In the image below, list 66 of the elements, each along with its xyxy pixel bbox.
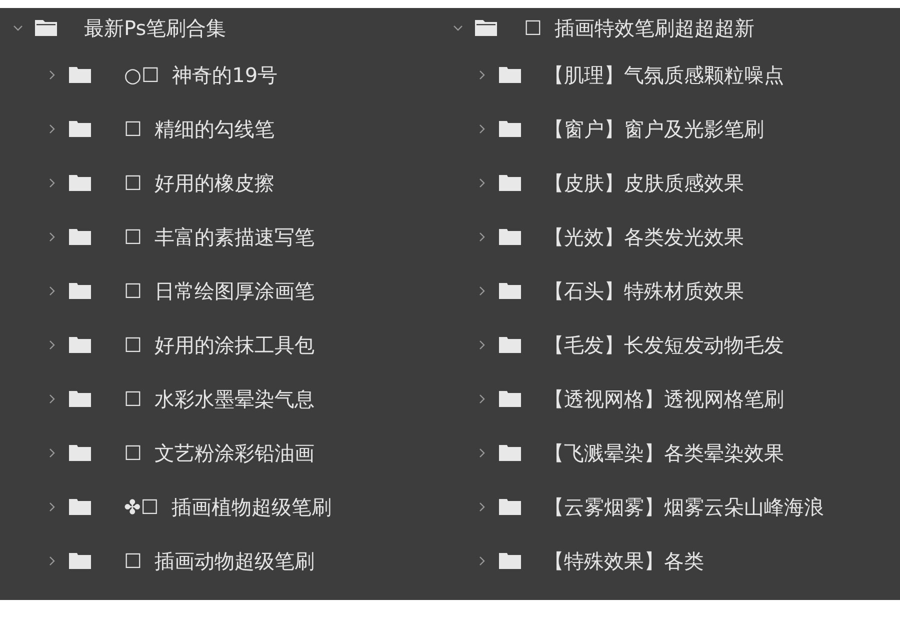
folder-row[interactable]: ✤☐ 插画植物超级笔刷 bbox=[0, 480, 440, 534]
folder-icon bbox=[498, 390, 522, 408]
folder-icon bbox=[498, 66, 522, 84]
folder-icon bbox=[498, 228, 522, 246]
folder-icon bbox=[68, 498, 92, 516]
folder-row[interactable]: ☐ 精细的勾线笔 bbox=[0, 102, 440, 156]
folder-icon bbox=[498, 282, 522, 300]
folder-row[interactable]: ○☐ 神奇的19号 bbox=[0, 48, 440, 102]
folder-name: ☐ 日常绘图厚涂画笔 bbox=[124, 278, 315, 304]
folder-icon bbox=[68, 174, 92, 192]
folder-icon bbox=[68, 120, 92, 138]
folder-name: ☐ 好用的涂抹工具包 bbox=[124, 332, 315, 358]
folder-icon bbox=[498, 174, 522, 192]
folder-name: 【肌理】气氛质感颗粒噪点 bbox=[544, 62, 784, 88]
folder-name: ○☐ 神奇的19号 bbox=[124, 62, 278, 88]
folder-name: 【皮肤】皮肤质感效果 bbox=[544, 170, 744, 196]
folder-name: ☐ 水彩水墨晕染气息 bbox=[124, 386, 315, 412]
folder-name: ☐ 插画特效笔刷超超超新 bbox=[524, 14, 755, 42]
folder-icon bbox=[498, 336, 522, 354]
folder-row[interactable]: 【窗户】窗户及光影笔刷 bbox=[440, 102, 875, 156]
folder-icon bbox=[68, 228, 92, 246]
folder-name: 最新Ps笔刷合集 bbox=[84, 14, 226, 42]
folder-icon bbox=[68, 390, 92, 408]
folder-row[interactable]: 【皮肤】皮肤质感效果 bbox=[440, 156, 875, 210]
folder-row[interactable]: ☐ 好用的涂抹工具包 bbox=[0, 318, 440, 372]
folder-row[interactable]: ☐ 插画特效笔刷超超超新 bbox=[440, 8, 875, 48]
folder-name: 【飞溅晕染】各类晕染效果 bbox=[544, 440, 784, 466]
folder-icon bbox=[498, 552, 522, 570]
folder-icon bbox=[498, 498, 522, 516]
folder-row[interactable]: 【飞溅晕染】各类晕染效果 bbox=[440, 426, 875, 480]
folder-row[interactable]: 【透视网格】透视网格笔刷 bbox=[440, 372, 875, 426]
folder-row[interactable]: 【特殊效果】各类 bbox=[440, 534, 875, 588]
folder-row[interactable]: ☐ 文艺粉涂彩铅油画 bbox=[0, 426, 440, 480]
folder-name: ☐ 丰富的素描速写笔 bbox=[124, 224, 315, 250]
folder-icon bbox=[68, 282, 92, 300]
folder-icon bbox=[498, 444, 522, 462]
folder-name: ✤☐ 插画植物超级笔刷 bbox=[124, 494, 332, 520]
folder-row[interactable]: 【肌理】气氛质感颗粒噪点 bbox=[440, 48, 875, 102]
open-folder-icon bbox=[34, 19, 58, 37]
folder-name: 【石头】特殊材质效果 bbox=[544, 278, 744, 304]
folder-name: 【透视网格】透视网格笔刷 bbox=[544, 386, 784, 412]
folder-row[interactable]: 【毛发】长发短发动物毛发 bbox=[440, 318, 875, 372]
folder-row[interactable]: ☐ 日常绘图厚涂画笔 bbox=[0, 264, 440, 318]
folder-row[interactable]: ☐ 好用的橡皮擦 bbox=[0, 156, 440, 210]
folder-icon bbox=[68, 552, 92, 570]
folder-name: ☐ 精细的勾线笔 bbox=[124, 116, 275, 142]
folder-name: ☐ 好用的橡皮擦 bbox=[124, 170, 275, 196]
folder-name: 【云雾烟雾】烟雾云朵山峰海浪 bbox=[544, 494, 824, 520]
folder-name: 【毛发】长发短发动物毛发 bbox=[544, 332, 784, 358]
folder-row[interactable]: 【石头】特殊材质效果 bbox=[440, 264, 875, 318]
folder-row[interactable]: ☐ 水彩水墨晕染气息 bbox=[0, 372, 440, 426]
folder-name: ☐ 文艺粉涂彩铅油画 bbox=[124, 440, 315, 466]
folder-icon bbox=[68, 66, 92, 84]
folder-row[interactable]: ☐ 插画动物超级笔刷 bbox=[0, 534, 440, 588]
folder-name: 【窗户】窗户及光影笔刷 bbox=[544, 116, 764, 142]
folder-row[interactable]: 【云雾烟雾】烟雾云朵山峰海浪 bbox=[440, 480, 875, 534]
folder-name: ☐ 插画动物超级笔刷 bbox=[124, 548, 315, 574]
folder-icon bbox=[68, 336, 92, 354]
folder-row[interactable]: 最新Ps笔刷合集 bbox=[0, 8, 440, 48]
folder-icon bbox=[498, 120, 522, 138]
open-folder-icon bbox=[474, 19, 498, 37]
folder-row[interactable]: ☐ 丰富的素描速写笔 bbox=[0, 210, 440, 264]
folder-name: 【光效】各类发光效果 bbox=[544, 224, 744, 250]
folder-icon bbox=[68, 444, 92, 462]
folder-row[interactable]: 【光效】各类发光效果 bbox=[440, 210, 875, 264]
folder-name: 【特殊效果】各类 bbox=[544, 548, 704, 574]
